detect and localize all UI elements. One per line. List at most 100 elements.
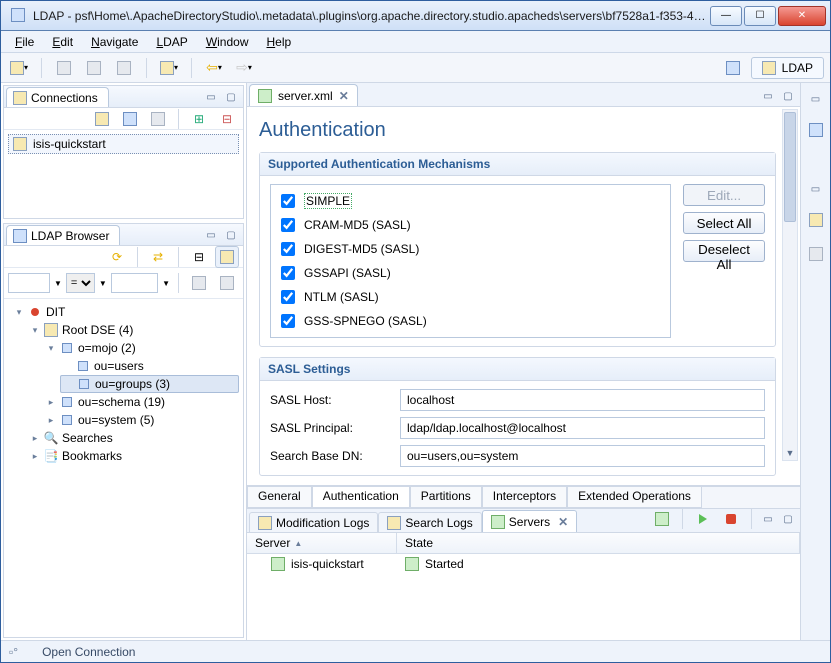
menu-help[interactable]: Help [259, 33, 300, 51]
minimize-editor-icon[interactable]: ▭ [760, 88, 776, 104]
restore-icon[interactable]: ▭ [808, 181, 824, 197]
close-connection-button[interactable] [146, 108, 170, 130]
maximize-button[interactable]: ☐ [744, 6, 776, 26]
ldap-tree[interactable]: ▾ DIT ▾ Root DSE (4) [4, 299, 243, 637]
scroll-down-icon[interactable]: ▼ [783, 446, 797, 460]
filter-attr-input[interactable] [8, 273, 50, 293]
collapse-all-button[interactable]: ⊟ [187, 246, 211, 268]
filter-op-select[interactable]: = [66, 273, 95, 293]
progress-button-2[interactable] [804, 243, 828, 265]
maximize-view-icon[interactable]: ▢ [780, 511, 796, 527]
tree-node-selected[interactable]: ou=groups (3) [60, 375, 239, 393]
menu-file[interactable]: File [7, 33, 42, 51]
sasl-host-input[interactable] [400, 389, 765, 411]
save-button[interactable] [52, 57, 76, 79]
select-all-button[interactable]: Select All [683, 212, 765, 234]
expand-button[interactable]: ⊞ [187, 108, 211, 130]
progress-button[interactable] [804, 209, 828, 231]
page-tab-interceptors[interactable]: Interceptors [482, 487, 567, 508]
col-state[interactable]: State [397, 533, 800, 553]
collapse-button[interactable]: ⊟ [215, 108, 239, 130]
deselect-all-button[interactable]: Deselect All [683, 240, 765, 262]
ldap-browser-tab[interactable]: LDAP Browser [6, 225, 120, 245]
filter-apply-button[interactable] [187, 272, 211, 294]
search-basedn-input[interactable] [400, 445, 765, 467]
menu-ldap[interactable]: LDAP [148, 33, 195, 51]
tree-node-searches[interactable]: ▸ 🔍 Searches [28, 429, 239, 447]
minimize-view-icon[interactable]: ▭ [203, 227, 219, 243]
new-button[interactable]: ▾ [7, 57, 31, 79]
mech-item[interactable]: SIMPLE [277, 191, 664, 211]
tab-modification-logs[interactable]: Modification Logs [249, 512, 378, 532]
titlebar[interactable]: LDAP - psf\Home\.ApacheDirectoryStudio\.… [1, 1, 830, 31]
perspective-ldap[interactable]: LDAP [751, 57, 824, 79]
page-tab-general[interactable]: General [247, 487, 312, 508]
menu-window[interactable]: Window [198, 33, 257, 51]
tree-node-dit[interactable]: ▾ DIT [12, 303, 239, 321]
dropdown-icon[interactable]: ▼ [162, 279, 170, 288]
mech-checklist[interactable]: SIMPLE CRAM-MD5 (SASL) DIGEST-MD5 (SASL)… [270, 184, 671, 338]
mech-checkbox[interactable] [281, 194, 295, 208]
close-editor-icon[interactable]: ✕ [339, 89, 349, 103]
dropdown-icon[interactable]: ▼ [54, 279, 62, 288]
filter-clear-button[interactable] [215, 272, 239, 294]
mech-item[interactable]: NTLM (SASL) [277, 287, 664, 307]
mech-checkbox[interactable] [281, 242, 295, 256]
connections-tab[interactable]: Connections [6, 87, 109, 107]
maximize-view-icon[interactable]: ▢ [223, 227, 239, 243]
nav-back-button[interactable]: ⇦▾ [202, 57, 226, 79]
prefs-button[interactable] [112, 57, 136, 79]
maximize-editor-icon[interactable]: ▢ [780, 88, 796, 104]
tab-servers[interactable]: Servers✕ [482, 510, 577, 532]
show-dit-button[interactable] [215, 246, 239, 268]
menu-edit[interactable]: Edit [44, 33, 81, 51]
save-all-button[interactable] [82, 57, 106, 79]
servers-table[interactable]: Server ▲ State isis-quickstart Started [247, 533, 800, 640]
page-tab-authentication[interactable]: Authentication [312, 487, 410, 508]
nav-forward-button[interactable]: ⇨▾ [232, 57, 256, 79]
mech-checkbox[interactable] [281, 314, 295, 328]
page-tab-extended[interactable]: Extended Operations [567, 487, 702, 508]
tree-node[interactable]: ▾ o=mojo (2) [44, 339, 239, 357]
link-editor-button[interactable]: ⇄ [146, 246, 170, 268]
edit-button[interactable]: Edit... [683, 184, 765, 206]
minimize-view-icon[interactable]: ▭ [203, 89, 219, 105]
tree-node[interactable]: ou=users [60, 357, 239, 375]
server-row[interactable]: isis-quickstart Started [247, 554, 800, 574]
page-tab-partitions[interactable]: Partitions [410, 487, 482, 508]
mech-checkbox[interactable] [281, 266, 295, 280]
mech-item[interactable]: GSSAPI (SASL) [277, 263, 664, 283]
open-perspective-button[interactable] [721, 57, 745, 79]
scroll-thumb[interactable] [784, 112, 796, 222]
tree-node[interactable]: ▸ ou=system (5) [44, 411, 239, 429]
fastview-icon[interactable]: ▫° [9, 645, 18, 659]
minimize-view-icon[interactable]: ▭ [760, 511, 776, 527]
maximize-view-icon[interactable]: ▢ [223, 89, 239, 105]
mech-item[interactable]: GSS-SPNEGO (SASL) [277, 311, 664, 331]
col-server[interactable]: Server ▲ [247, 533, 397, 553]
connection-item[interactable]: isis-quickstart [8, 134, 239, 154]
mech-item[interactable]: CRAM-MD5 (SASL) [277, 215, 664, 235]
stop-server-button[interactable] [719, 508, 743, 530]
vertical-scrollbar[interactable]: ▲ ▼ [782, 109, 798, 461]
open-connection-button[interactable] [118, 108, 142, 130]
outline-button[interactable] [804, 119, 828, 141]
new-server-button[interactable] [650, 508, 674, 530]
refresh-button[interactable]: ⟳ [105, 246, 129, 268]
menu-navigate[interactable]: Navigate [83, 33, 146, 51]
close-tab-icon[interactable]: ✕ [558, 515, 568, 529]
minimize-button[interactable]: — [710, 6, 742, 26]
search-button[interactable]: ▾ [157, 57, 181, 79]
mech-checkbox[interactable] [281, 290, 295, 304]
restore-icon[interactable]: ▭ [808, 91, 824, 107]
new-connection-button[interactable] [90, 108, 114, 130]
mech-checkbox[interactable] [281, 218, 295, 232]
dropdown-icon[interactable]: ▼ [99, 279, 107, 288]
start-server-button[interactable] [691, 508, 715, 530]
sasl-principal-input[interactable] [400, 417, 765, 439]
tree-node-bookmarks[interactable]: ▸ 📑 Bookmarks [28, 447, 239, 465]
filter-value-input[interactable] [111, 273, 158, 293]
editor-tab-serverxml[interactable]: server.xml ✕ [249, 84, 358, 106]
tab-search-logs[interactable]: Search Logs [378, 512, 481, 532]
tree-node-rootdse[interactable]: ▾ Root DSE (4) [28, 321, 239, 339]
